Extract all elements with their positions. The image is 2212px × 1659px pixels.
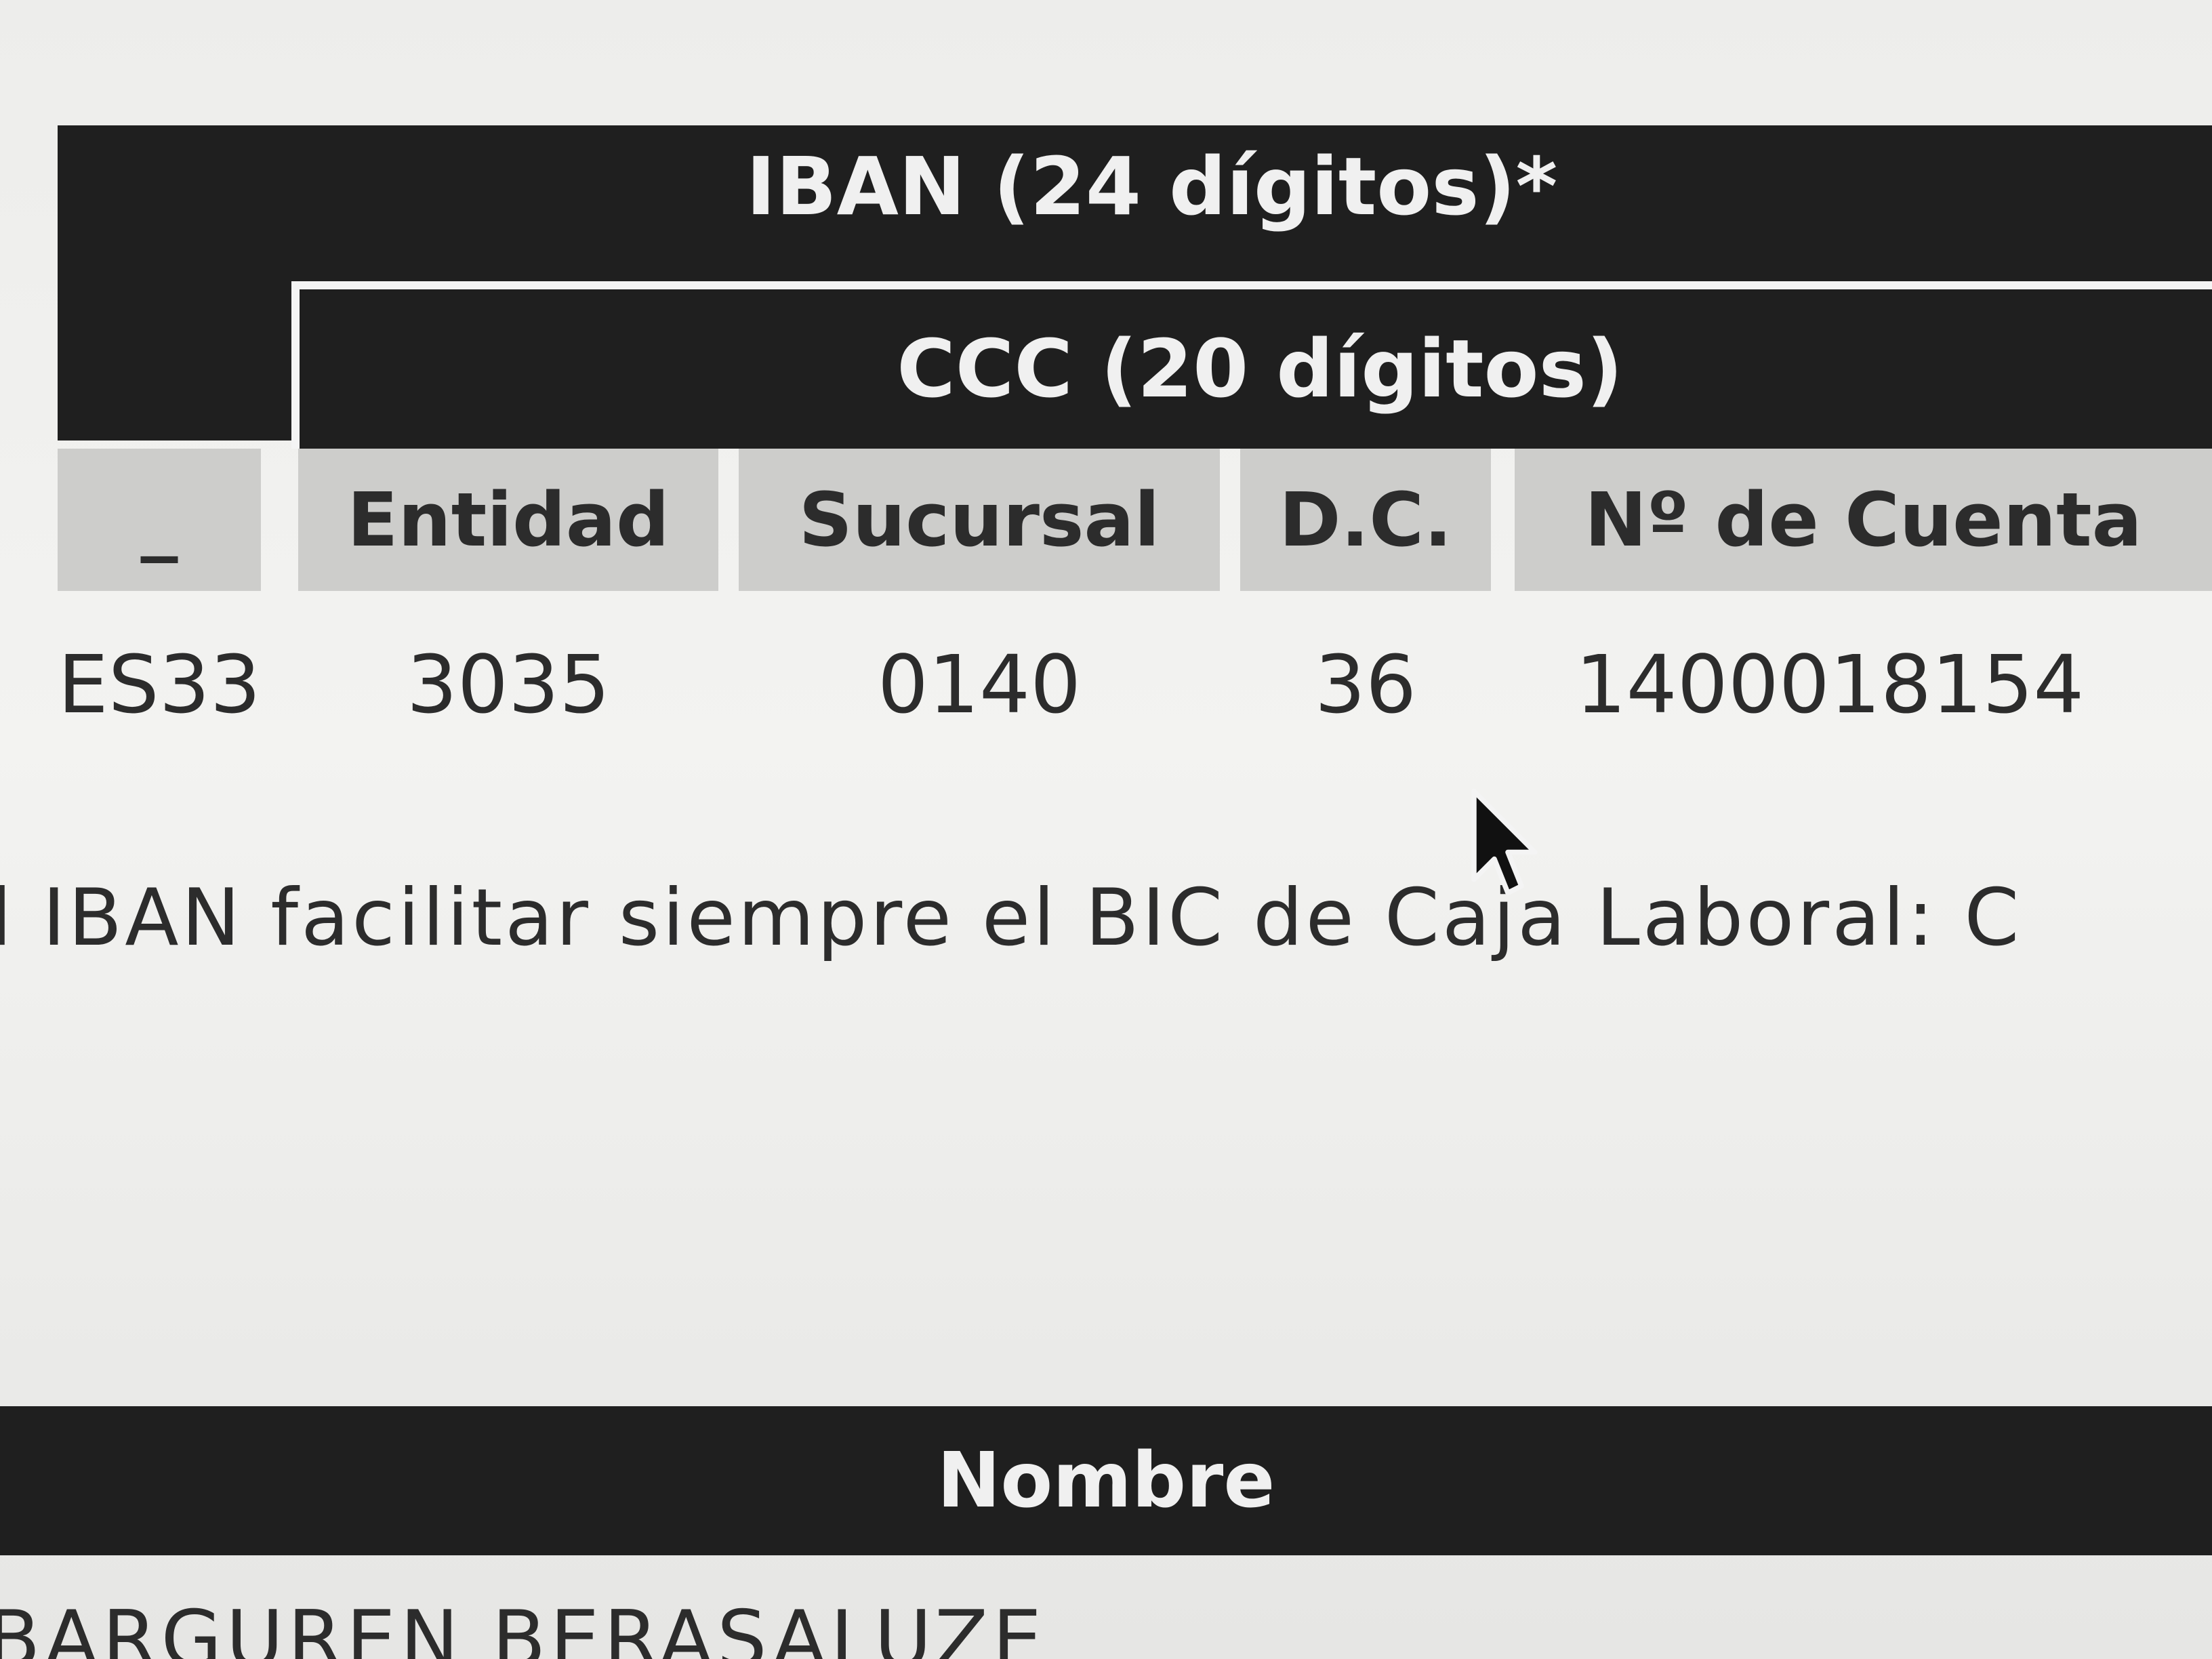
column-header-entidad: Entidad xyxy=(298,449,718,591)
cell-iban-prefix: ES33 xyxy=(58,638,261,731)
column-header-prefix: _ xyxy=(58,449,261,591)
column-header-dc-label: D.C. xyxy=(1279,476,1452,563)
bank-account-screen: IBAN (24 dígitos)* CCC (20 dígitos) _ En… xyxy=(0,0,2212,1659)
ccc-header-label: CCC (20 dígitos) xyxy=(897,322,1623,415)
column-header-numero-cuenta: Nº de Cuenta xyxy=(1515,449,2212,591)
column-header-sucursal-label: Sucursal xyxy=(798,476,1160,563)
column-header-dc: D.C. xyxy=(1240,449,1491,591)
bic-note: el IBAN facilitar siempre el BIC de Caja… xyxy=(0,872,2022,964)
cell-sucursal: 0140 xyxy=(877,638,1082,731)
nombre-header-label: Nombre xyxy=(937,1437,1275,1525)
nombre-header: Nombre xyxy=(0,1406,2212,1555)
cell-numero-cuenta: 1400018154 xyxy=(1575,638,2085,731)
iban-header-label: IBAN (24 dígitos)* xyxy=(745,140,1558,233)
holder-name: BARGUREN BERASALUZE xyxy=(0,1594,1046,1659)
column-header-sucursal: Sucursal xyxy=(739,449,1220,591)
mouse-pointer-icon xyxy=(1471,788,1538,896)
column-header-numero-cuenta-label: Nº de Cuenta xyxy=(1584,476,2142,563)
cell-dc: 36 xyxy=(1314,638,1417,731)
ccc-header: CCC (20 dígitos) xyxy=(291,281,2212,449)
cell-entidad: 3035 xyxy=(406,638,611,731)
column-header-entidad-label: Entidad xyxy=(347,476,670,563)
column-header-prefix-label: _ xyxy=(140,476,178,563)
